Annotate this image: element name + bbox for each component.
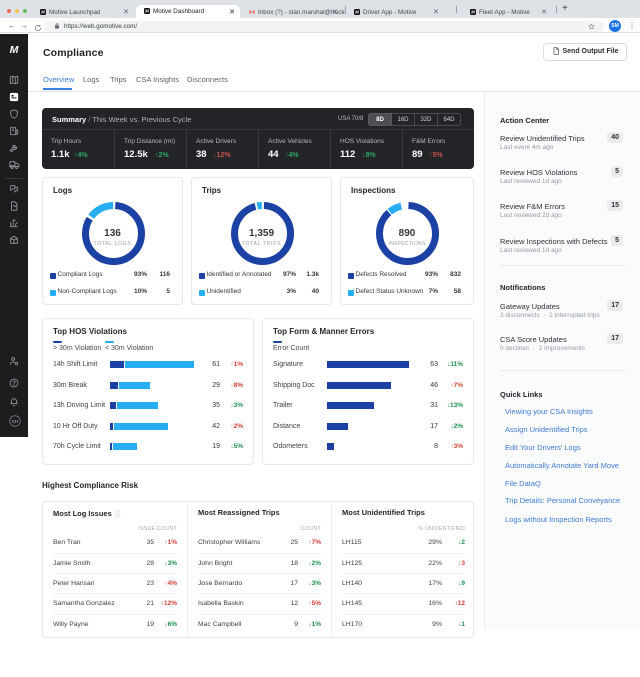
svg-text:M: M [145, 9, 149, 14]
svg-text:M: M [471, 9, 475, 14]
svg-text:CH: CH [12, 419, 18, 424]
svg-text:M: M [41, 9, 45, 14]
svg-text:M: M [355, 9, 359, 14]
